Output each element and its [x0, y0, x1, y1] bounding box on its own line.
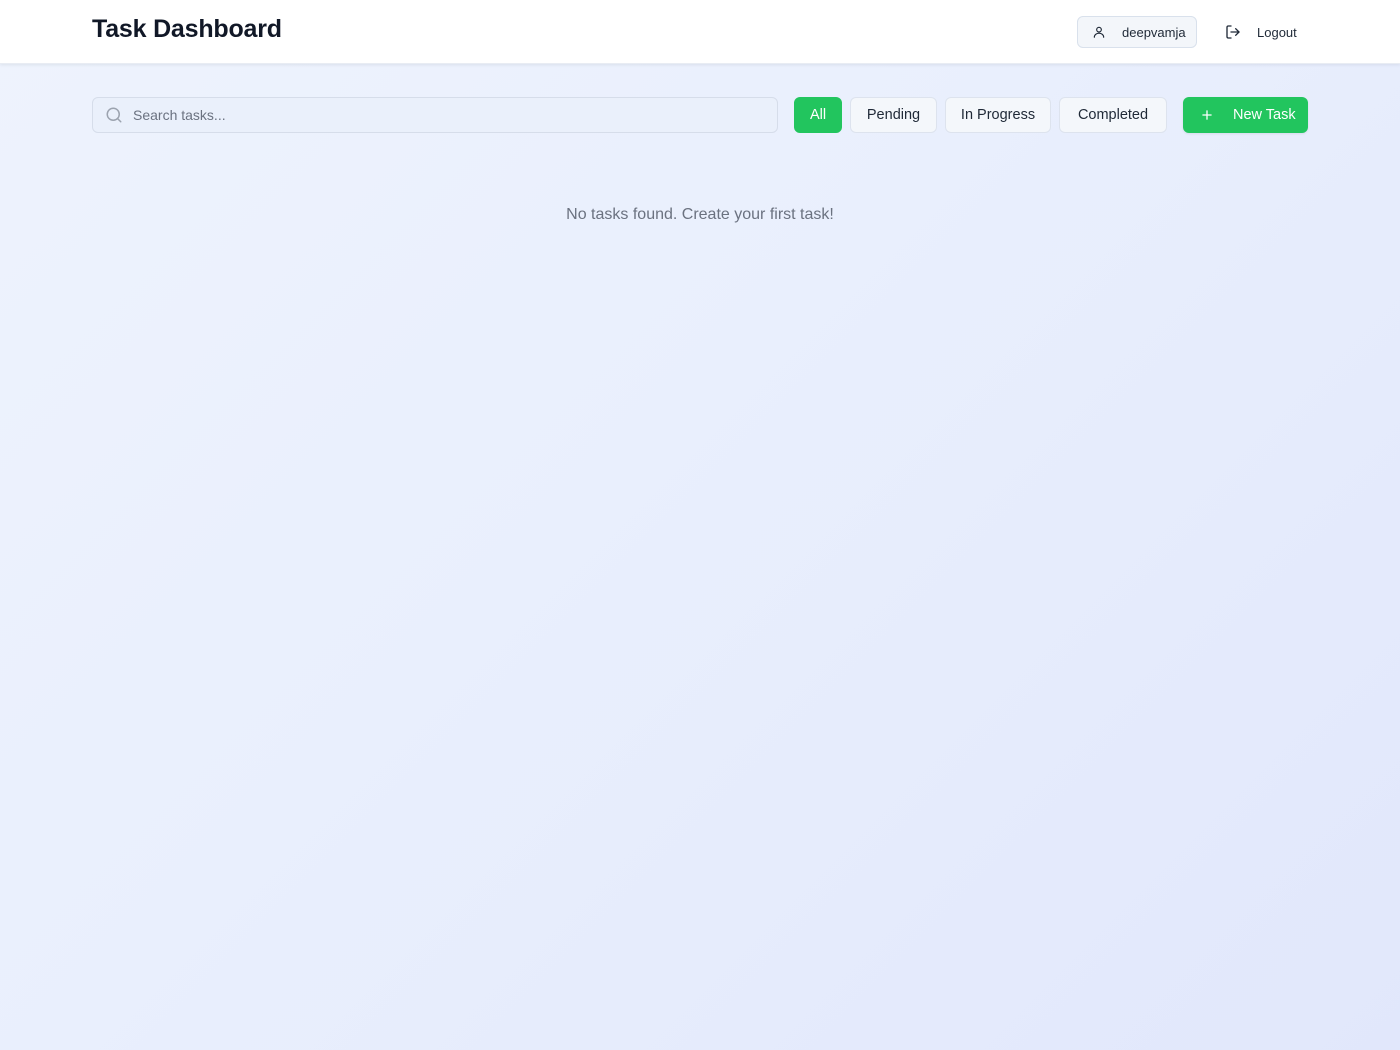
page-title: Task Dashboard	[92, 15, 282, 43]
plus-icon	[1200, 108, 1214, 122]
empty-state-message: No tasks found. Create your first task!	[566, 206, 834, 223]
logout-label: Logout	[1257, 24, 1297, 40]
new-task-label: New Task	[1233, 107, 1296, 123]
search-box[interactable]	[92, 97, 778, 133]
filter-pending-button[interactable]: Pending	[850, 97, 937, 133]
logout-button[interactable]: Logout	[1213, 16, 1309, 48]
filter-completed-button[interactable]: Completed	[1059, 97, 1167, 133]
username-label: deepvamja	[1122, 24, 1186, 40]
filter-all-button[interactable]: All	[794, 97, 842, 133]
user-chip[interactable]: deepvamja	[1077, 16, 1197, 48]
search-input[interactable]	[133, 107, 753, 123]
user-icon	[1092, 25, 1106, 39]
search-icon	[105, 106, 123, 124]
toolbar: All Pending In Progress Completed New Ta…	[92, 97, 1308, 133]
app-header: Task Dashboard deepvamja Logout	[0, 0, 1400, 64]
logout-icon	[1225, 24, 1241, 40]
new-task-button[interactable]: New Task	[1183, 97, 1308, 133]
filter-in-progress-button[interactable]: In Progress	[945, 97, 1051, 133]
